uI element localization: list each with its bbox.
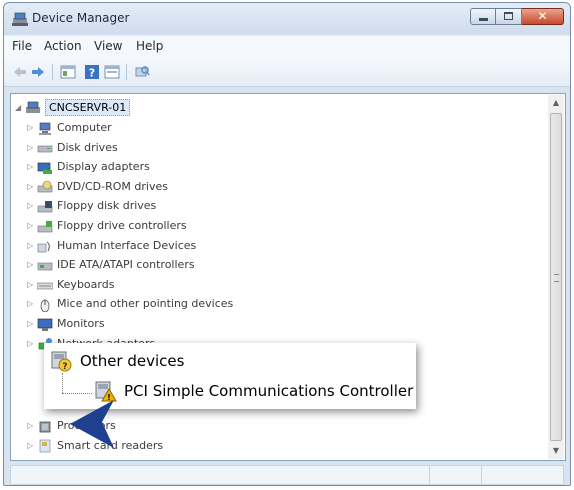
tree-item-label: IDE ATA/ATAPI controllers [57, 258, 195, 272]
tree-item[interactable]: ▷ IDE ATA/ATAPI controllers [27, 255, 195, 274]
pointer-arrow-icon [70, 400, 114, 448]
floppy-disk-icon [37, 199, 53, 213]
status-bar [10, 465, 564, 485]
processor-icon [37, 419, 53, 433]
tree-root[interactable]: ◢ CNCSERVR-01 [15, 98, 131, 117]
scroll-up-icon[interactable]: ▲ [548, 95, 564, 111]
tree-item-label: Display adapters [57, 160, 150, 174]
pci-device-row[interactable]: ! PCI Simple Communications Controller [94, 379, 413, 403]
toolbar-separator [52, 64, 53, 80]
expand-arrow-icon[interactable]: ▷ [27, 182, 35, 191]
menu-bar: File Action View Help [4, 35, 570, 58]
expand-arrow-icon[interactable]: ▷ [27, 123, 35, 132]
status-cell [481, 466, 482, 484]
other-devices-row[interactable]: ? Other devices [50, 349, 184, 373]
svg-text:?: ? [89, 67, 95, 80]
close-icon: ✕ [537, 9, 548, 23]
grip-icon [554, 274, 559, 282]
tree-item-label: Disk drives [57, 140, 118, 154]
expand-arrow-icon[interactable]: ▷ [27, 299, 35, 308]
maximize-button[interactable] [496, 8, 522, 25]
other-devices-icon: ? [51, 351, 72, 372]
tree-root-label: CNCSERVR-01 [45, 99, 131, 116]
keyboard-icon [36, 277, 54, 291]
scroll-thumb[interactable] [550, 113, 562, 441]
computer-root-icon [26, 101, 40, 113]
mouse-icon [37, 297, 53, 313]
tree-item-label: Monitors [57, 317, 105, 330]
menu-help[interactable]: Help [136, 39, 163, 53]
tree-item[interactable]: ▷ Display adapters [27, 157, 150, 176]
maximize-icon [504, 12, 513, 20]
toolbar: ? [4, 58, 570, 87]
expand-arrow-icon[interactable]: ▷ [27, 280, 35, 289]
dvd-drive-icon [37, 179, 53, 193]
monitor-icon [37, 317, 53, 331]
title-bar[interactable]: Device Manager ✕ [4, 3, 570, 35]
expand-arrow-icon[interactable]: ▷ [27, 143, 35, 152]
forward-icon[interactable] [30, 64, 46, 80]
tree-item-label: DVD/CD-ROM drives [57, 179, 168, 193]
close-button[interactable]: ✕ [522, 8, 564, 25]
toolbar-separator [126, 64, 127, 80]
minimize-button[interactable] [470, 8, 496, 25]
tree-item[interactable]: ▷ DVD/CD-ROM drives [27, 177, 168, 196]
tree-item-label: Floppy disk drives [57, 199, 157, 213]
scan-hardware-icon[interactable] [134, 64, 150, 80]
hid-icon [37, 238, 53, 253]
smart-card-icon [37, 438, 53, 453]
svg-text:?: ? [62, 362, 67, 372]
collapse-arrow-icon[interactable]: ◢ [15, 103, 23, 112]
menu-file[interactable]: File [12, 39, 32, 53]
tree-item-label: Mice and other pointing devices [57, 297, 234, 311]
expand-arrow-icon[interactable]: ▷ [27, 339, 35, 348]
tree-item-label: Computer [57, 121, 112, 134]
pci-device-label: PCI Simple Communications Controller [124, 382, 414, 400]
status-cell [429, 466, 430, 484]
tree-item[interactable]: ▷ Floppy drive controllers [27, 216, 187, 235]
disk-drive-icon [37, 140, 53, 154]
floppy-controller-icon [37, 219, 53, 233]
vertical-scrollbar[interactable]: ▲ ▼ [548, 95, 564, 459]
back-icon[interactable] [12, 64, 28, 80]
expand-arrow-icon[interactable]: ▷ [27, 162, 35, 171]
expand-arrow-icon[interactable]: ▷ [27, 319, 35, 328]
menu-action[interactable]: Action [44, 39, 82, 53]
display-adapter-icon [37, 160, 53, 174]
expand-arrow-icon[interactable]: ▷ [27, 260, 35, 269]
expand-arrow-icon[interactable]: ▷ [27, 201, 35, 210]
tree-connector [62, 373, 64, 393]
other-devices-label: Other devices [80, 352, 185, 370]
window-title: Device Manager [32, 11, 130, 25]
expand-arrow-icon[interactable]: ▷ [27, 241, 35, 250]
tree-item-label: Human Interface Devices [57, 238, 197, 252]
menu-view[interactable]: View [94, 39, 122, 53]
tree-item[interactable]: ▷ Human Interface Devices [27, 236, 196, 255]
help-icon[interactable]: ? [84, 64, 100, 80]
list-view-icon[interactable] [104, 64, 120, 80]
scroll-down-icon[interactable]: ▼ [548, 443, 564, 459]
expand-arrow-icon[interactable]: ▷ [27, 221, 35, 230]
tree-item[interactable]: ▷ Keyboards [27, 275, 114, 294]
ide-controller-icon [37, 258, 53, 272]
tree-item[interactable]: ▷ Mice and other pointing devices [27, 294, 233, 313]
properties-icon[interactable] [60, 64, 76, 80]
tree-item[interactable]: ▷ Computer [27, 118, 112, 137]
tree-item[interactable]: ▷ Disk drives [27, 138, 118, 157]
expand-arrow-icon[interactable]: ▷ [27, 421, 35, 430]
tree-item[interactable]: ▷ Floppy disk drives [27, 196, 156, 215]
computer-icon [37, 121, 53, 135]
device-manager-icon [12, 12, 28, 26]
tree-item[interactable]: ▷ Monitors [27, 314, 105, 333]
tree-item-label: Keyboards [57, 277, 115, 291]
minimize-icon [479, 18, 488, 21]
tree-item-label: Floppy drive controllers [57, 219, 187, 232]
expand-arrow-icon[interactable]: ▷ [27, 441, 35, 450]
